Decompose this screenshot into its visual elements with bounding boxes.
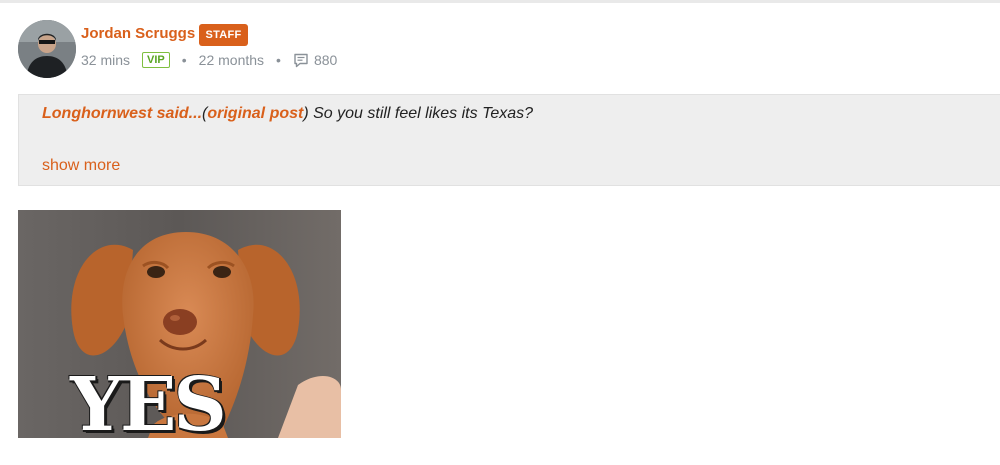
post-time[interactable]: 32 mins — [81, 52, 130, 68]
staff-badge: STAFF — [199, 24, 248, 46]
meta-separator: • — [276, 52, 281, 68]
comment-count[interactable]: 880 — [314, 52, 337, 68]
avatar-image — [18, 20, 76, 78]
author-name-link[interactable]: Jordan Scruggs — [81, 25, 195, 42]
reaction-gif[interactable]: YES — [18, 210, 341, 438]
gif-caption: YES — [70, 362, 227, 438]
vip-badge: VIP — [142, 52, 170, 68]
show-more-link[interactable]: show more — [42, 157, 120, 175]
comment-icon — [293, 53, 309, 68]
quote-text: So you still feel likes its Texas? — [308, 105, 534, 122]
original-post-link[interactable]: original post — [207, 105, 303, 122]
member-tenure: 22 months — [198, 52, 265, 68]
quote-line: Longhornwest said...(original post) So y… — [42, 105, 533, 123]
quote-author-link[interactable]: Longhornwest said... — [42, 105, 202, 122]
quote-block: Longhornwest said...(original post) So y… — [18, 94, 1000, 186]
forum-post: Jordan Scruggs STAFF 32 mins VIP • 22 mo… — [0, 0, 1000, 465]
post-meta: 32 mins VIP • 22 months • 880 — [81, 52, 337, 68]
meta-separator: • — [181, 52, 187, 68]
avatar[interactable] — [18, 20, 76, 78]
